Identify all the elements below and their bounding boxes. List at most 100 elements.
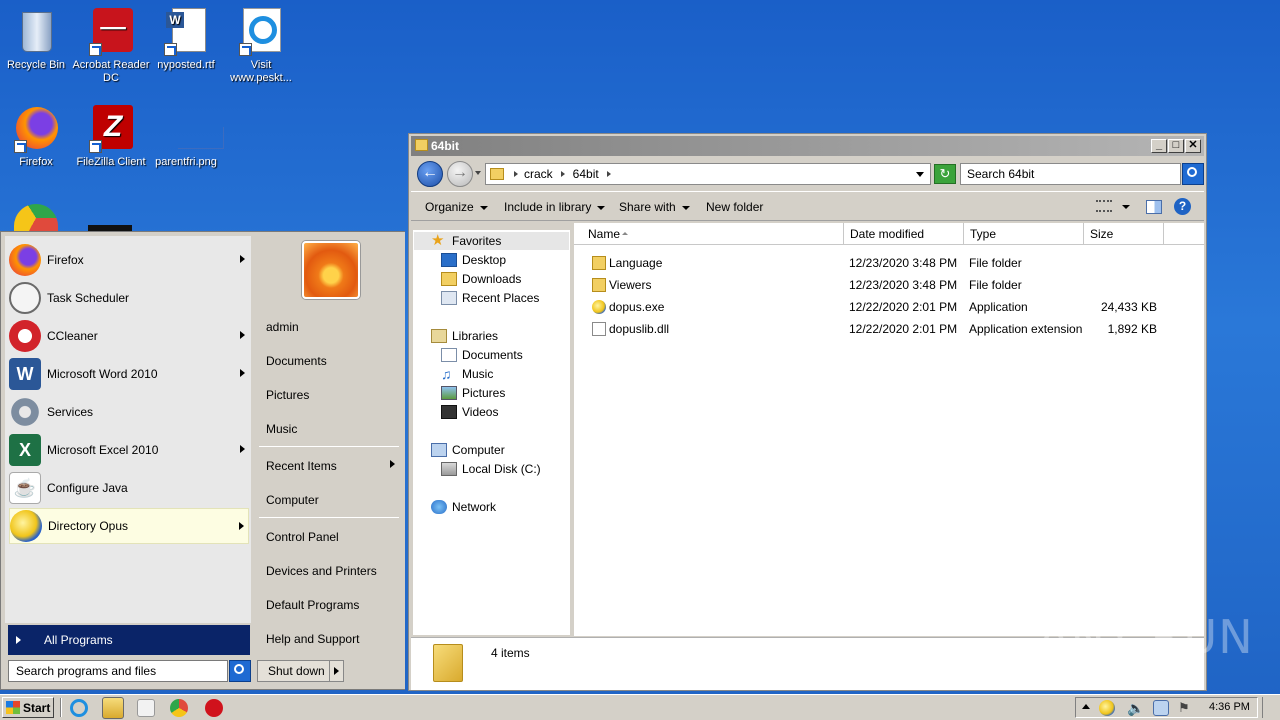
share-with-button[interactable]: Share with [619, 200, 690, 214]
start-item-directory-opus[interactable]: Directory Opus [9, 508, 249, 544]
column-header-name[interactable]: Name [582, 223, 844, 245]
user-avatar[interactable] [302, 241, 360, 299]
explorer-icon[interactable] [102, 697, 124, 719]
start-link-music[interactable]: Music [266, 422, 297, 436]
close-button[interactable]: ✕ [1185, 139, 1201, 153]
network-tray-icon[interactable] [1153, 700, 1169, 716]
column-header-size[interactable]: Size [1084, 223, 1164, 245]
show-desktop-button[interactable] [1262, 697, 1278, 718]
nav-local-disk[interactable]: Local Disk (C:) [441, 462, 541, 476]
view-dropdown-icon[interactable] [1122, 205, 1130, 209]
shutdown-options-arrow-icon[interactable] [329, 661, 343, 681]
desktop-icon-filezilla[interactable]: Z FileZilla Client [72, 105, 150, 169]
start-link-control-panel[interactable]: Control Panel [266, 530, 339, 544]
start-link-devices-printers[interactable]: Devices and Printers [266, 564, 377, 578]
start-link-documents[interactable]: Documents [266, 354, 327, 368]
breadcrumb-crack[interactable]: crack [524, 167, 553, 181]
start-link-user[interactable]: admin [266, 320, 299, 334]
nav-label: Libraries [452, 329, 499, 343]
volume-icon[interactable]: 🔈 [1127, 700, 1144, 716]
breadcrumb-separator-icon[interactable] [606, 171, 611, 177]
dopus-tray-icon[interactable] [1099, 700, 1115, 716]
address-bar[interactable]: crack 64bit [485, 163, 931, 185]
desktop-icon-label: FileZilla Client [76, 156, 146, 168]
file-row[interactable]: Viewers 12/23/2020 3:48 PM File folder [574, 274, 1204, 296]
title-bar[interactable]: 64bit _ □ ✕ [411, 136, 1204, 156]
start-item-firefox[interactable]: Firefox [9, 242, 249, 278]
all-programs-button[interactable]: All Programs [8, 625, 250, 655]
minimize-button[interactable]: _ [1151, 139, 1167, 153]
show-hidden-icons-icon[interactable] [1082, 704, 1090, 709]
nav-desktop[interactable]: Desktop [441, 253, 506, 267]
nav-downloads[interactable]: Downloads [441, 272, 521, 286]
file-row[interactable]: dopus.exe 12/22/2020 2:01 PM Application… [574, 296, 1204, 318]
forward-button[interactable]: → [447, 161, 473, 187]
organize-button[interactable]: Organize [425, 200, 488, 214]
search-icon[interactable] [1182, 163, 1204, 185]
chrome-icon[interactable] [170, 699, 188, 717]
clock[interactable]: 4:36 PM [1209, 701, 1250, 713]
submenu-arrow-icon [239, 522, 244, 530]
breadcrumb-64bit[interactable]: 64bit [573, 167, 599, 181]
file-row[interactable]: dopuslib.dll 12/22/2020 2:01 PM Applicat… [574, 318, 1204, 340]
preview-pane-icon[interactable] [1146, 200, 1162, 214]
help-icon[interactable]: ? [1174, 198, 1191, 215]
history-dropdown-icon[interactable] [475, 171, 481, 175]
file-row[interactable]: Language 12/23/2020 3:48 PM File folder [574, 252, 1204, 274]
nav-music[interactable]: ♫ Music [441, 367, 493, 381]
start-button[interactable]: Start [2, 697, 54, 718]
item-count: 4 items [491, 646, 530, 660]
watermark-logo: ANY RUN [1038, 610, 1254, 664]
start-link-default-programs[interactable]: Default Programs [266, 598, 359, 612]
nav-pictures[interactable]: Pictures [441, 386, 505, 400]
include-in-library-button[interactable]: Include in library [504, 200, 606, 214]
desktop-icon-firefox[interactable]: Firefox [0, 105, 75, 169]
start-link-recent-items[interactable]: Recent Items [266, 459, 337, 473]
nav-network[interactable]: Network [431, 500, 496, 514]
maximize-button[interactable]: □ [1168, 139, 1184, 153]
explorer-window: 64bit _ □ ✕ ← → crack 64bit ↻ Search 64b… [408, 133, 1207, 691]
shutdown-button[interactable]: Shut down [257, 660, 344, 682]
view-options-icon[interactable] [1096, 200, 1112, 212]
search-icon[interactable] [229, 660, 251, 682]
desktop-icon-recycle-bin[interactable]: Recycle Bin [0, 8, 75, 72]
start-search-input[interactable]: Search programs and files [8, 660, 228, 682]
start-item-label: Microsoft Word 2010 [47, 367, 158, 381]
refresh-button[interactable]: ↻ [934, 164, 956, 184]
folder-icon [490, 168, 504, 180]
start-link-help-support[interactable]: Help and Support [266, 632, 359, 646]
desktop-icon-nyposted[interactable]: W nyposted.rtf [147, 8, 225, 72]
breadcrumb-separator-icon[interactable] [514, 171, 518, 177]
start-link-pictures[interactable]: Pictures [266, 388, 309, 402]
start-item-task-scheduler[interactable]: Task Scheduler [9, 280, 249, 316]
desktop-icon-visit-site[interactable]: Visit www.peskt... [222, 8, 300, 85]
action-center-flag-icon[interactable]: ⚑ [1178, 700, 1194, 716]
opera-icon[interactable] [205, 699, 223, 717]
desktop-icon-acrobat[interactable]: ⼀ Acrobat Reader DC [72, 8, 150, 85]
column-header-date-modified[interactable]: Date modified [844, 223, 964, 245]
share-with-label: Share with [619, 200, 676, 214]
nav-documents[interactable]: Documents [441, 348, 523, 362]
start-item-configure-java[interactable]: ☕ Configure Java [9, 470, 249, 506]
nav-computer[interactable]: Computer [431, 443, 505, 457]
start-item-services[interactable]: Services [9, 394, 249, 430]
nav-libraries[interactable]: Libraries [431, 329, 498, 343]
breadcrumb-separator-icon[interactable] [560, 171, 565, 177]
search-input[interactable]: Search 64bit [960, 163, 1181, 185]
music-icon: ♫ [441, 366, 452, 382]
start-item-word[interactable]: W Microsoft Word 2010 [9, 356, 249, 392]
new-folder-button[interactable]: New folder [706, 200, 763, 214]
column-header-type[interactable]: Type [964, 223, 1084, 245]
pictures-icon [441, 386, 457, 400]
nav-videos[interactable]: Videos [441, 405, 498, 419]
desktop-icon-parentfri[interactable]: parentfri.png [147, 105, 225, 169]
nav-recent-places[interactable]: Recent Places [441, 291, 539, 305]
start-link-computer[interactable]: Computer [266, 493, 319, 507]
media-player-icon[interactable] [137, 699, 155, 717]
start-item-ccleaner[interactable]: CCleaner [9, 318, 249, 354]
back-button[interactable]: ← [417, 161, 443, 187]
ie-icon[interactable] [70, 699, 88, 717]
start-item-excel[interactable]: X Microsoft Excel 2010 [9, 432, 249, 468]
address-dropdown-icon[interactable] [916, 172, 924, 177]
nav-favorites[interactable]: ★ Favorites [431, 233, 501, 248]
